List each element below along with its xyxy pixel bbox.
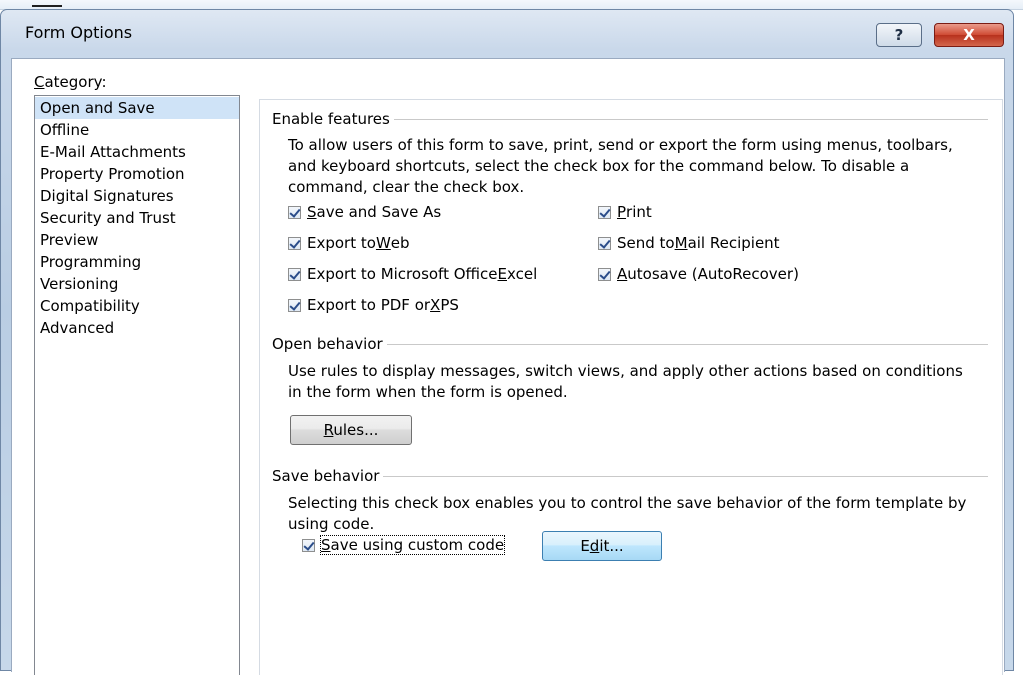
rules-button[interactable]: Rules... bbox=[290, 415, 412, 445]
category-item-advanced[interactable]: Advanced bbox=[35, 317, 239, 339]
save-using-custom-code-checkbox[interactable]: Save using custom code bbox=[302, 535, 506, 555]
category-item-email-attachments[interactable]: E-Mail Attachments bbox=[35, 141, 239, 163]
open-and-save-pane: Enable features To allow users of this f… bbox=[259, 99, 1003, 675]
category-list[interactable]: Open and Save Offline E-Mail Attachments… bbox=[34, 95, 240, 675]
category-item-versioning[interactable]: Versioning bbox=[35, 273, 239, 295]
send-to-mail-recipient-checkbox[interactable]: Send to Mail Recipient bbox=[598, 234, 780, 252]
checkbox-checked-icon bbox=[288, 267, 301, 281]
category-label: Category: bbox=[34, 73, 107, 91]
help-icon: ? bbox=[894, 26, 904, 44]
background-window-tab bbox=[32, 0, 62, 7]
checkbox-checked-icon bbox=[598, 267, 611, 281]
checkbox-checked-icon bbox=[288, 298, 301, 312]
autosave-checkbox[interactable]: Autosave (AutoRecover) bbox=[598, 265, 799, 283]
export-to-web-checkbox[interactable]: Export to Web bbox=[288, 234, 410, 252]
export-to-excel-checkbox[interactable]: Export to Microsoft Office Excel bbox=[288, 265, 537, 283]
category-item-open-and-save[interactable]: Open and Save bbox=[35, 97, 239, 119]
category-item-preview[interactable]: Preview bbox=[35, 229, 239, 251]
open-behavior-description: Use rules to display messages, switch vi… bbox=[288, 362, 963, 401]
category-item-compatibility[interactable]: Compatibility bbox=[35, 295, 239, 317]
category-item-programming[interactable]: Programming bbox=[35, 251, 239, 273]
enable-features-description: To allow users of this form to save, pri… bbox=[288, 136, 953, 196]
checkbox-checked-icon bbox=[598, 236, 611, 250]
category-item-security-and-trust[interactable]: Security and Trust bbox=[35, 207, 239, 229]
checkbox-checked-icon bbox=[288, 205, 301, 219]
print-checkbox[interactable]: Print bbox=[598, 203, 652, 221]
save-behavior-description: Selecting this check box enables you to … bbox=[288, 494, 967, 533]
category-item-digital-signatures[interactable]: Digital Signatures bbox=[35, 185, 239, 207]
close-button[interactable]: X bbox=[934, 23, 1004, 47]
checkbox-checked-icon bbox=[598, 205, 611, 219]
save-behavior-header: Save behavior bbox=[272, 467, 988, 485]
category-item-offline[interactable]: Offline bbox=[35, 119, 239, 141]
checkbox-checked-icon bbox=[288, 236, 301, 250]
enable-features-header: Enable features bbox=[272, 110, 988, 128]
save-and-save-as-checkbox[interactable]: Save and Save As bbox=[288, 203, 441, 221]
dialog-title: Form Options bbox=[25, 23, 133, 42]
open-behavior-header: Open behavior bbox=[272, 335, 988, 353]
export-to-pdf-xps-checkbox[interactable]: Export to PDF or X PS bbox=[288, 296, 459, 314]
form-options-dialog: Form Options ? X Category: Open and Save… bbox=[0, 9, 1014, 675]
checkbox-checked-icon bbox=[302, 538, 315, 552]
category-item-property-promotion[interactable]: Property Promotion bbox=[35, 163, 239, 185]
edit-button[interactable]: Edit... bbox=[542, 531, 662, 561]
dialog-body: Category: Open and Save Offline E-Mail A… bbox=[11, 58, 1005, 675]
help-button[interactable]: ? bbox=[876, 23, 922, 47]
close-icon: X bbox=[963, 26, 975, 44]
